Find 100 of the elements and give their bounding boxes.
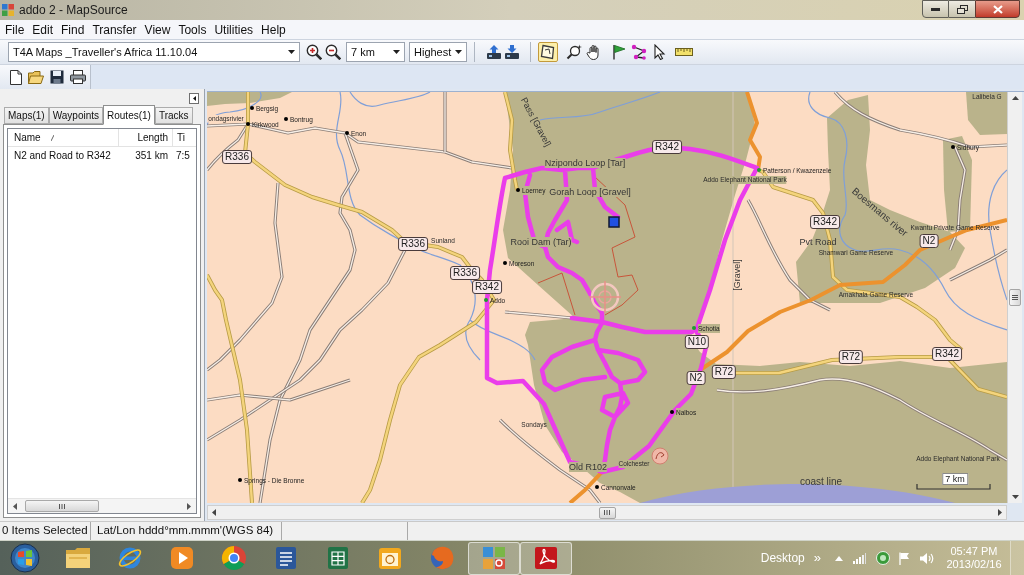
menu-item[interactable]: Transfer <box>92 20 137 39</box>
table-cell-text: N2 and Road to R342 <box>13 148 112 163</box>
caret-left-icon <box>192 96 196 101</box>
horizontal-scrollbar[interactable] <box>207 505 1007 520</box>
grid-tile-icon <box>325 545 351 571</box>
swirl-tile-icon <box>533 545 559 571</box>
scroll-down-arrow-icon <box>1011 495 1019 499</box>
road-number-sign: R336 <box>398 237 428 251</box>
scrollbar-thumb[interactable] <box>598 506 616 519</box>
vertical-scrollbar[interactable] <box>1007 92 1022 503</box>
road-name-label: Pvt Road <box>799 237 837 247</box>
ring-orbit-icon <box>117 545 143 571</box>
menu-item[interactable]: Utilities <box>214 20 254 39</box>
toolbar-label: Desktop <box>760 550 805 567</box>
table-cell-text: 351 km <box>134 148 169 163</box>
point-of-interest-icon <box>651 447 669 465</box>
collapse-panel-button[interactable] <box>189 93 199 104</box>
calendar-tile-icon <box>377 545 403 571</box>
panel-tab[interactable]: Maps(1) <box>4 107 49 124</box>
scroll-right-arrow-icon <box>187 502 191 510</box>
grip-icon <box>59 503 65 509</box>
grip-icon <box>604 510 610 515</box>
panel-tab[interactable]: Waypoints <box>48 107 103 124</box>
road-number-sign: R336 <box>450 266 480 280</box>
start-button[interactable] <box>10 543 40 573</box>
minimize-icon <box>931 7 940 11</box>
menu-item[interactable]: View <box>144 20 171 39</box>
zoom-scale-dropdown[interactable]: 7 km <box>346 42 405 62</box>
close-button[interactable] <box>975 0 1020 18</box>
device-upload-icon[interactable] <box>486 44 502 60</box>
road-name-label: Rooi Dam (Tar) <box>510 237 572 247</box>
map-tiles-icon <box>481 545 507 571</box>
panel-tab[interactable]: Tracks <box>154 107 193 124</box>
document-tile-icon <box>273 545 299 571</box>
globe-swirl-icon <box>429 545 455 571</box>
dropdown-arrow-icon <box>393 50 400 54</box>
status-text: 0 Items Selected <box>2 523 88 539</box>
minimize-button[interactable] <box>922 0 949 18</box>
connected-nodes-icon <box>631 44 647 60</box>
menu-item[interactable]: Edit <box>32 20 54 39</box>
menu-item[interactable]: File <box>5 20 25 39</box>
folder-icon <box>65 545 91 571</box>
window-title: addo 2 - MapSource <box>19 2 128 19</box>
road-number-sign: N2 <box>919 234 939 248</box>
road-number-sign: R336 <box>222 150 252 164</box>
panel-tab[interactable]: Routes(1) <box>103 105 155 125</box>
sort-indicator-icon <box>50 134 54 141</box>
column-header[interactable]: Ti <box>172 129 196 146</box>
road-number-sign: R342 <box>810 215 840 229</box>
table-cell-text: 7:5 <box>175 148 191 163</box>
scroll-up-arrow-icon <box>1011 96 1019 100</box>
dropdown-arrow-icon <box>288 50 295 54</box>
scroll-left-arrow-icon <box>212 509 216 516</box>
column-header[interactable]: Length <box>118 129 172 146</box>
magnifier-icon <box>566 44 582 60</box>
hand-icon <box>586 44 602 60</box>
clock-date: 2013/02/16 <box>946 558 1002 571</box>
open-folder-icon[interactable] <box>28 70 44 84</box>
road-number-sign: R72 <box>838 350 864 364</box>
clock-time: 05:47 PM <box>950 545 998 558</box>
map-sheet-icon <box>540 44 556 60</box>
status-text: Lat/Lon hddd°mm.mmm'(WGS 84) <box>97 523 274 539</box>
printer-icon[interactable] <box>70 70 86 84</box>
menu-item[interactable]: Find <box>61 20 85 39</box>
map-product-dropdown[interactable]: T4A Maps _Traveller's Africa 11.10.04 <box>8 42 300 62</box>
waypoint-marker-icon[interactable] <box>608 216 620 228</box>
ruler-icon <box>675 47 693 57</box>
map-app-taskbar-button[interactable] <box>468 541 520 575</box>
pointer-icon <box>651 44 667 60</box>
grip-icon <box>1012 295 1018 300</box>
device-download-icon[interactable] <box>504 44 520 60</box>
restore-icon <box>956 4 968 14</box>
scroll-right-arrow-icon <box>998 509 1002 516</box>
road-number-sign: R72 <box>711 365 737 379</box>
flag-icon <box>611 44 627 60</box>
scroll-left-arrow-icon <box>13 502 17 510</box>
route-tool-button[interactable] <box>629 42 649 62</box>
road-number-sign: N10 <box>684 335 710 349</box>
road-number-sign: R342 <box>472 280 502 294</box>
column-header[interactable]: Name <box>8 129 118 146</box>
restore-button[interactable] <box>949 0 975 18</box>
menu-item[interactable]: Help <box>261 20 286 39</box>
road-name-label: Nzipondo Loop [Tar] <box>544 158 626 168</box>
road-line <box>504 310 573 320</box>
dropdown-arrow-icon <box>455 50 462 54</box>
zoom-in-icon[interactable] <box>306 44 322 60</box>
status-circle-icon[interactable] <box>876 551 890 565</box>
map-tool-button[interactable] <box>538 42 558 62</box>
scrollbar-thumb[interactable] <box>1009 289 1021 306</box>
segmented-circle-icon <box>221 545 247 571</box>
app-logo-icon <box>2 4 14 16</box>
road-number-sign: N2 <box>686 371 706 385</box>
road-number-sign: R342 <box>932 347 962 361</box>
new-document-icon[interactable] <box>10 69 22 85</box>
scrollbar-thumb[interactable] <box>25 500 99 512</box>
pdf-taskbar-button[interactable] <box>520 541 572 575</box>
detail-level-dropdown[interactable]: Highest <box>409 42 467 62</box>
menu-item[interactable]: Tools <box>178 20 207 39</box>
horizontal-scrollbar[interactable] <box>8 498 196 513</box>
zoom-out-icon[interactable] <box>325 44 341 60</box>
